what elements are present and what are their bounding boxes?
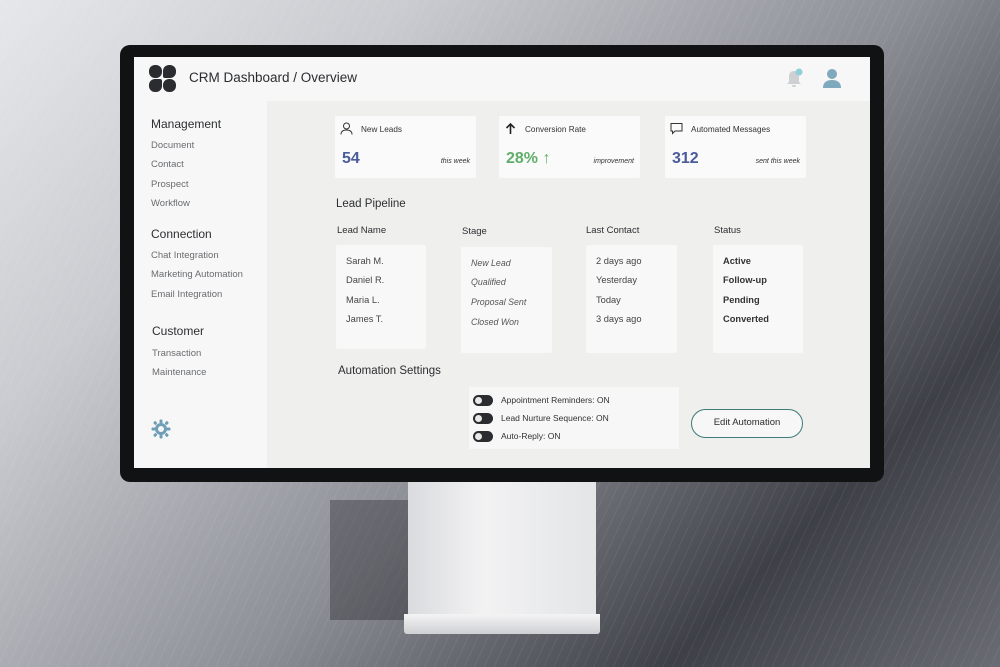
- toggle-switch[interactable]: [473, 431, 493, 442]
- column-last-contact: 2 days ago Yesterday Today 3 days ago: [586, 245, 677, 353]
- sidebar-group-customer: Customer: [152, 324, 205, 338]
- message-icon: [670, 123, 683, 135]
- card-title: Conversion Rate: [525, 125, 586, 134]
- logo-icon: [149, 65, 176, 92]
- card-automated-messages: Automated Messages 312 sent this week: [665, 116, 806, 178]
- sidebar-group-connection: Connection: [151, 227, 212, 241]
- sidebar-item-workflow[interactable]: Workflow: [151, 198, 190, 209]
- sidebar-item-marketing-automation[interactable]: Marketing Automation: [151, 269, 243, 280]
- screen: CRM Dashboard / Overview Management Docu…: [134, 57, 870, 468]
- card-subtitle: sent this week: [755, 158, 800, 165]
- column-stages: New Lead Qualified Proposal Sent Closed …: [461, 247, 552, 353]
- toggle-label: Auto-Reply: ON: [501, 431, 561, 441]
- card-title: New Leads: [361, 125, 402, 134]
- last-contact: 3 days ago: [596, 314, 642, 324]
- lead-name[interactable]: James T.: [346, 314, 383, 324]
- card-title: Automated Messages: [691, 125, 771, 134]
- sidebar-item-maintenance[interactable]: Maintenance: [152, 367, 206, 378]
- card-value: 312: [672, 150, 699, 167]
- toggle-switch[interactable]: [473, 413, 493, 424]
- automation-settings-title: Automation Settings: [338, 365, 441, 377]
- lead-name[interactable]: Sarah M.: [346, 256, 384, 266]
- card-conversion-rate: Conversion Rate 28% ↑ improvement: [499, 116, 640, 178]
- last-contact: Yesterday: [596, 275, 638, 285]
- column-header-stage: Stage: [462, 226, 487, 237]
- column-header-last-contact: Last Contact: [586, 225, 640, 236]
- main-content: New Leads 54 this week Conversion Rate 2…: [267, 101, 870, 468]
- monitor-stand: [408, 478, 596, 620]
- status-badge: Active: [723, 256, 751, 266]
- user-icon: [340, 122, 353, 135]
- edit-automation-button[interactable]: Edit Automation: [691, 409, 803, 438]
- card-value: 54: [342, 150, 360, 167]
- sidebar-item-prospect[interactable]: Prospect: [151, 179, 189, 190]
- user-avatar-icon[interactable]: [822, 67, 842, 89]
- toggle-switch[interactable]: [473, 395, 493, 406]
- lead-stage: Closed Won: [471, 317, 519, 327]
- status-badge: Converted: [723, 314, 769, 324]
- column-header-lead-name: Lead Name: [337, 225, 387, 236]
- card-subtitle: improvement: [593, 158, 634, 165]
- column-lead-names: Sarah M. Daniel R. Maria L. James T.: [336, 245, 426, 349]
- last-contact: Today: [596, 295, 621, 305]
- sidebar-group-management: Management: [151, 117, 222, 131]
- lead-stage: New Lead: [471, 258, 511, 268]
- sidebar: Management Document Contact Prospect Wor…: [134, 101, 267, 468]
- sidebar-item-transaction[interactable]: Transaction: [152, 348, 201, 359]
- card-new-leads: New Leads 54 this week: [335, 116, 476, 178]
- automation-toggles-panel: Appointment Reminders: ON Lead Nurture S…: [469, 387, 679, 449]
- lead-name[interactable]: Daniel R.: [346, 275, 384, 285]
- toggle-label: Lead Nurture Sequence: ON: [501, 413, 609, 423]
- sidebar-item-email-integration[interactable]: Email Integration: [151, 289, 222, 300]
- stand-shadow: [330, 500, 410, 620]
- column-header-status: Status: [714, 225, 741, 236]
- card-subtitle: this week: [440, 158, 470, 165]
- status-badge: Follow-up: [723, 275, 767, 285]
- sidebar-item-contact[interactable]: Contact: [151, 159, 184, 170]
- lead-name[interactable]: Maria L.: [346, 295, 380, 305]
- arrow-up-icon: [505, 122, 516, 134]
- column-status: Active Follow-up Pending Converted: [713, 245, 803, 353]
- settings-gear-icon[interactable]: [151, 419, 171, 439]
- monitor-stand-base: [404, 614, 600, 634]
- toggle-label: Appointment Reminders: ON: [501, 395, 610, 405]
- sidebar-item-document[interactable]: Document: [151, 140, 194, 151]
- sidebar-item-chat-integration[interactable]: Chat Integration: [151, 250, 219, 261]
- card-value: 28% ↑: [506, 150, 551, 167]
- lead-stage: Proposal Sent: [471, 297, 527, 307]
- top-bar: CRM Dashboard / Overview: [134, 57, 870, 101]
- status-badge: Pending: [723, 295, 760, 305]
- bell-icon[interactable]: [784, 68, 804, 90]
- last-contact: 2 days ago: [596, 256, 642, 266]
- lead-pipeline-title: Lead Pipeline: [336, 198, 406, 210]
- lead-stage: Qualified: [471, 277, 506, 287]
- page-title: CRM Dashboard / Overview: [189, 70, 358, 85]
